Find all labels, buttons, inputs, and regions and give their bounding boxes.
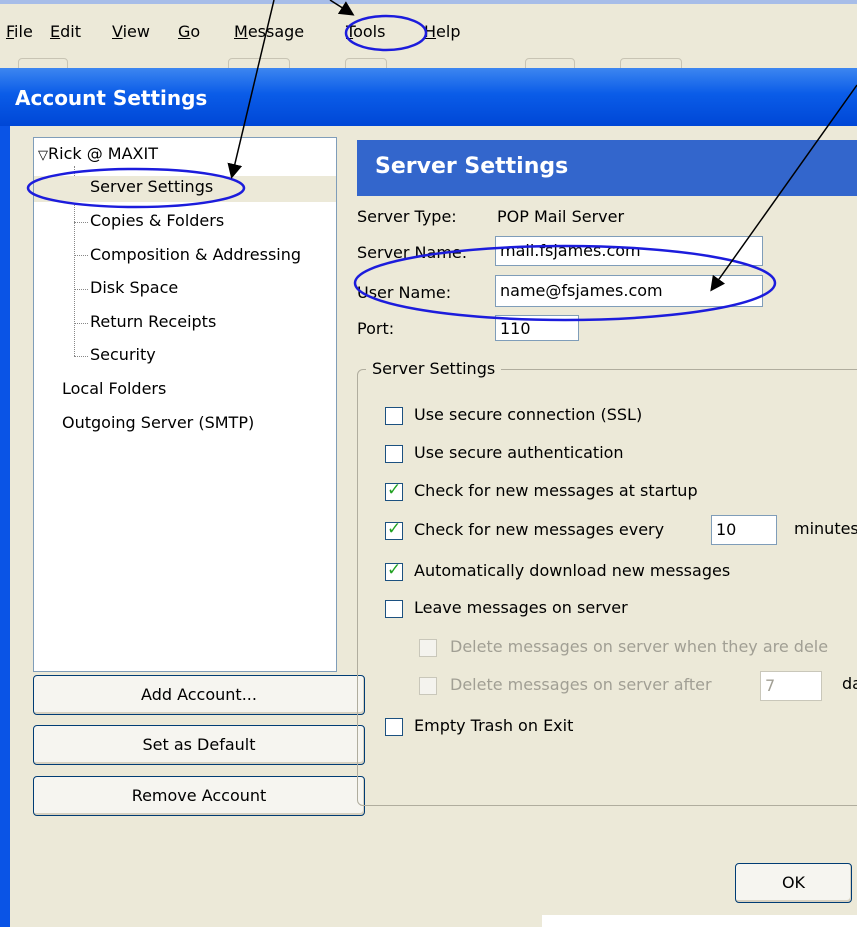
toolbar-ghost-icon	[525, 58, 575, 68]
tree-guide-line	[74, 323, 88, 324]
checkmark-icon: ✓	[387, 480, 402, 500]
menu-help[interactable]: Help	[424, 22, 460, 41]
ssl-label[interactable]: Use secure connection (SSL)	[414, 405, 642, 424]
remove-account-button[interactable]: Remove Account	[33, 776, 365, 816]
window-top-edge	[0, 0, 857, 4]
delete-when-deleted-checkbox[interactable]	[419, 639, 437, 657]
toolbar-ghost-icon	[620, 58, 682, 68]
tree-guide-line	[74, 222, 88, 223]
tree-item-local-folders[interactable]: Local Folders	[62, 379, 166, 398]
dialog-titlebar[interactable]: Account Settings	[0, 68, 857, 126]
menu-message-rest: essage	[247, 22, 305, 41]
delete-after-days-field[interactable]: 7	[760, 671, 822, 701]
panel-header: Server Settings	[357, 140, 857, 196]
toolbar-ghost-icon	[18, 58, 68, 68]
ok-button[interactable]: OK	[735, 863, 852, 903]
leave-on-server-checkbox[interactable]	[385, 600, 403, 618]
server-type-label: Server Type:	[357, 207, 457, 226]
check-startup-label[interactable]: Check for new messages at startup	[414, 481, 698, 500]
tree-guide-line	[74, 289, 88, 290]
auto-download-checkbox[interactable]: ✓	[385, 560, 403, 581]
group-title: Server Settings	[366, 359, 502, 378]
set-as-default-button[interactable]: Set as Default	[33, 725, 365, 765]
empty-trash-label[interactable]: Empty Trash on Exit	[414, 716, 573, 735]
tree-account-label: Rick @ MAXIT	[48, 144, 158, 163]
menu-tools-rest: ools	[353, 22, 386, 41]
menu-view-rest: iew	[122, 22, 150, 41]
checkmark-icon: ✓	[387, 519, 402, 539]
port-label: Port:	[357, 319, 395, 338]
delete-after-label[interactable]: Delete messages on server after	[450, 675, 712, 694]
minutes-label: minutes	[794, 519, 857, 538]
menu-view[interactable]: View	[112, 22, 150, 41]
tree-account-rick[interactable]: ▽Rick @ MAXIT	[38, 144, 158, 163]
empty-trash-checkbox[interactable]	[385, 718, 403, 736]
tree-guide-line	[74, 255, 88, 256]
ssl-checkbox[interactable]	[385, 407, 403, 425]
panel-title: Server Settings	[375, 154, 569, 179]
tree-item-outgoing-server[interactable]: Outgoing Server (SMTP)	[62, 413, 254, 432]
collapse-triangle-icon[interactable]: ▽	[38, 148, 48, 163]
checkmark-icon: ✓	[387, 560, 402, 580]
tree-guide-line	[74, 356, 88, 357]
tree-item-return-receipts[interactable]: Return Receipts	[90, 312, 216, 331]
leave-on-server-label[interactable]: Leave messages on server	[414, 598, 628, 617]
menu-message[interactable]: Message	[234, 22, 304, 41]
delete-after-checkbox[interactable]	[419, 677, 437, 695]
tree-item-label: Server Settings	[90, 177, 214, 196]
toolbar-ghost-icon	[345, 58, 387, 68]
user-name-field[interactable]: name@fsjames.com	[495, 275, 763, 307]
toolbar-ghost-icon	[228, 58, 290, 68]
port-field[interactable]: 110	[495, 315, 579, 341]
secure-auth-label[interactable]: Use secure authentication	[414, 443, 624, 462]
menu-edit-rest: dit	[60, 22, 81, 41]
menu-help-rest: elp	[436, 22, 461, 41]
tree-item-composition[interactable]: Composition & Addressing	[90, 245, 301, 264]
add-account-button[interactable]: Add Account...	[33, 675, 365, 715]
user-name-label: User Name:	[357, 283, 452, 302]
menu-tools[interactable]: Tools	[346, 22, 385, 41]
menu-go-rest: o	[190, 22, 201, 41]
menu-file-rest: ile	[14, 22, 33, 41]
menu-go[interactable]: Go	[178, 22, 200, 41]
secure-auth-checkbox[interactable]	[385, 445, 403, 463]
tree-item-security[interactable]: Security	[90, 345, 156, 364]
dialog-title: Account Settings	[15, 86, 208, 110]
menu-file[interactable]: File	[6, 22, 33, 41]
delete-when-deleted-label[interactable]: Delete messages on server when they are …	[450, 637, 828, 656]
check-every-label[interactable]: Check for new messages every	[414, 520, 664, 539]
tree-item-server-settings[interactable]: Server Settings	[34, 176, 336, 202]
menu-bar: File Edit View Go Message Tools Help	[0, 0, 857, 60]
server-type-value: POP Mail Server	[497, 207, 625, 226]
check-every-checkbox[interactable]: ✓	[385, 519, 403, 540]
server-name-field[interactable]: mail.fsjames.com	[495, 236, 763, 266]
tree-item-disk-space[interactable]: Disk Space	[90, 278, 178, 297]
menu-edit[interactable]: Edit	[50, 22, 81, 41]
toolbar-strip	[0, 54, 857, 68]
days-label: da	[842, 674, 857, 693]
check-startup-checkbox[interactable]: ✓	[385, 480, 403, 501]
auto-download-label[interactable]: Automatically download new messages	[414, 561, 730, 580]
tree-item-copies-folders[interactable]: Copies & Folders	[90, 211, 224, 230]
account-tree[interactable]: ▽Rick @ MAXIT Server Settings Copies & F…	[33, 137, 337, 672]
status-area	[542, 915, 857, 927]
server-settings-group	[357, 369, 857, 806]
check-interval-field[interactable]: 10	[711, 515, 777, 545]
server-name-label: Server Name:	[357, 243, 468, 262]
